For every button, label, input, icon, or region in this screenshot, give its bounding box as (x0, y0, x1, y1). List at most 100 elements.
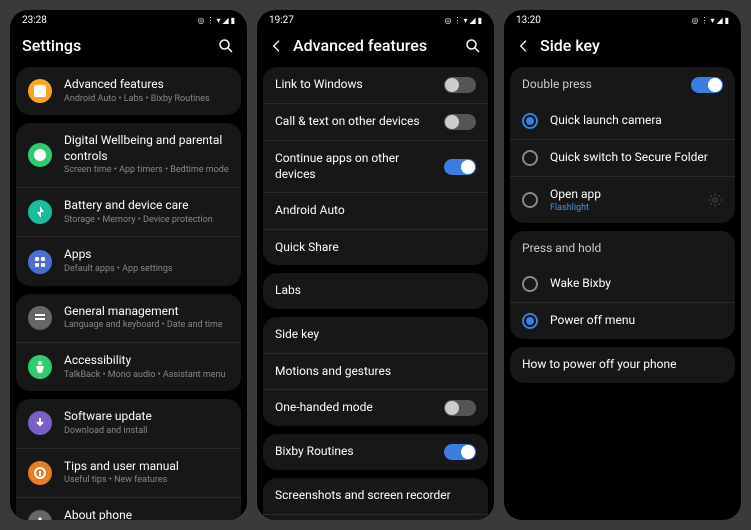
radio-button[interactable] (522, 150, 538, 166)
item-title: Apps (64, 247, 229, 263)
item-text: Continue apps on other devices (275, 151, 432, 182)
feature-item[interactable]: Call & text on other devices (263, 103, 488, 140)
item-text: Side key (275, 327, 476, 343)
search-button[interactable] (217, 37, 235, 55)
back-button[interactable] (269, 38, 285, 54)
settings-group: Digital Wellbeing and parental controls … (16, 123, 241, 285)
item-title: Labs (275, 283, 476, 299)
item-subtitle: Screen time • App timers • Bedtime mode (64, 165, 229, 177)
feature-item[interactable]: Link to Windows (263, 67, 488, 103)
tips-icon (28, 461, 52, 485)
toggle-switch[interactable] (444, 159, 476, 175)
item-text: Software update Download and install (64, 409, 229, 437)
content[interactable]: Advanced features Android Auto • Labs • … (10, 67, 247, 520)
feature-item[interactable]: Labs (263, 273, 488, 309)
status-time: 19:27 (269, 15, 294, 26)
item-text: One-handed mode (275, 400, 432, 416)
item-text: Bixby Routines (275, 444, 432, 460)
settings-group: General management Language and keyboard… (16, 294, 241, 392)
status-icons: ◎ ⋮ ▾ ◢ ▮ (198, 16, 236, 25)
radio-button[interactable] (522, 113, 538, 129)
item-subtitle: Language and keyboard • Date and time (64, 320, 229, 332)
feature-item[interactable]: Motions and gestures (263, 353, 488, 390)
item-title: Accessibility (64, 353, 229, 369)
item-text: Advanced features Android Auto • Labs • … (64, 77, 229, 105)
settings-item[interactable]: Digital Wellbeing and parental controls … (16, 123, 241, 187)
settings-item[interactable]: Tips and user manual Useful tips • New f… (16, 448, 241, 497)
radio-button[interactable] (522, 192, 538, 208)
toggle-switch[interactable] (691, 77, 723, 93)
feature-item[interactable]: Show contacts when sharing content (263, 514, 488, 520)
phone-screen-1: 23:28 ◎ ⋮ ▾ ◢ ▮ Settings Advanced featur… (10, 10, 247, 520)
gear-icon[interactable] (707, 192, 723, 208)
toggle-switch[interactable] (444, 444, 476, 460)
item-text: Accessibility TalkBack • Mono audio • As… (64, 353, 229, 381)
feature-item[interactable]: Side key (263, 317, 488, 353)
item-text: Open app Flashlight (550, 187, 695, 213)
item-title: Side key (275, 327, 476, 343)
page-title: Advanced features (293, 36, 456, 55)
item-text: Wake Bixby (550, 276, 723, 292)
feature-item[interactable]: Bixby Routines (263, 434, 488, 470)
wellbeing-icon (28, 143, 52, 167)
item-text: Android Auto (275, 203, 476, 219)
item-title: How to power off your phone (522, 357, 676, 373)
settings-item[interactable]: Battery and device care Storage • Memory… (16, 187, 241, 236)
back-button[interactable] (516, 38, 532, 54)
radio-option[interactable]: Quick launch camera (510, 103, 735, 139)
radio-option[interactable]: Wake Bixby (510, 266, 735, 302)
content[interactable]: Double press Quick launch camera Quick s… (504, 67, 741, 520)
item-text: Quick switch to Secure Folder (550, 150, 723, 166)
toggle-switch[interactable] (444, 77, 476, 93)
item-text: Quick launch camera (550, 113, 723, 129)
status-bar: 19:27 ◎ ⋮ ▾ ◢ ▮ (257, 10, 494, 28)
settings-item[interactable]: Software update Download and install (16, 399, 241, 447)
feature-item[interactable]: One-handed mode (263, 389, 488, 426)
header: Settings (10, 28, 247, 67)
plain-item[interactable]: How to power off your phone (510, 347, 735, 383)
settings-item[interactable]: About phone Status • Legal information •… (16, 497, 241, 520)
feature-item[interactable]: Continue apps on other devices (263, 140, 488, 192)
section-group: How to power off your phone (510, 347, 735, 383)
radio-button[interactable] (522, 313, 538, 329)
status-icons: ◎ ⋮ ▾ ◢ ▮ (445, 16, 483, 25)
settings-item[interactable]: Advanced features Android Auto • Labs • … (16, 67, 241, 115)
settings-item[interactable]: General management Language and keyboard… (16, 294, 241, 342)
item-text: Apps Default apps • App settings (64, 247, 229, 275)
radio-button[interactable] (522, 276, 538, 292)
item-text: Power off menu (550, 313, 723, 329)
item-title: About phone (64, 508, 229, 520)
item-title: One-handed mode (275, 400, 432, 416)
feature-item[interactable]: Screenshots and screen recorder (263, 478, 488, 514)
settings-item[interactable]: Apps Default apps • App settings (16, 236, 241, 285)
general-icon (28, 306, 52, 330)
radio-option[interactable]: Quick switch to Secure Folder (510, 139, 735, 176)
about-icon (28, 510, 52, 520)
item-text: Tips and user manual Useful tips • New f… (64, 459, 229, 487)
item-text: About phone Status • Legal information •… (64, 508, 229, 520)
item-title: Battery and device care (64, 198, 229, 214)
item-title: Software update (64, 409, 229, 425)
feature-item[interactable]: Quick Share (263, 229, 488, 266)
radio-option[interactable]: Open app Flashlight (510, 176, 735, 223)
radio-option[interactable]: Power off menu (510, 302, 735, 339)
section-label: Press and hold (522, 241, 723, 257)
item-text: Motions and gestures (275, 364, 476, 380)
feature-item[interactable]: Android Auto (263, 192, 488, 229)
content[interactable]: Link to Windows Call & text on other dev… (257, 67, 494, 520)
page-title: Side key (540, 36, 729, 55)
feature-group: Labs (263, 273, 488, 309)
apps-icon (28, 250, 52, 274)
feature-group: Link to Windows Call & text on other dev… (263, 67, 488, 265)
item-title: Quick Share (275, 240, 476, 256)
feature-group: Bixby Routines (263, 434, 488, 470)
toggle-switch[interactable] (444, 400, 476, 416)
toggle-switch[interactable] (444, 114, 476, 130)
search-button[interactable] (464, 37, 482, 55)
header: Advanced features (257, 28, 494, 67)
item-subtitle: Default apps • App settings (64, 264, 229, 276)
section-header: Press and hold (510, 231, 735, 267)
settings-item[interactable]: Accessibility TalkBack • Mono audio • As… (16, 342, 241, 391)
feature-group: Side key Motions and gestures One-handed… (263, 317, 488, 426)
item-title: Advanced features (64, 77, 229, 93)
